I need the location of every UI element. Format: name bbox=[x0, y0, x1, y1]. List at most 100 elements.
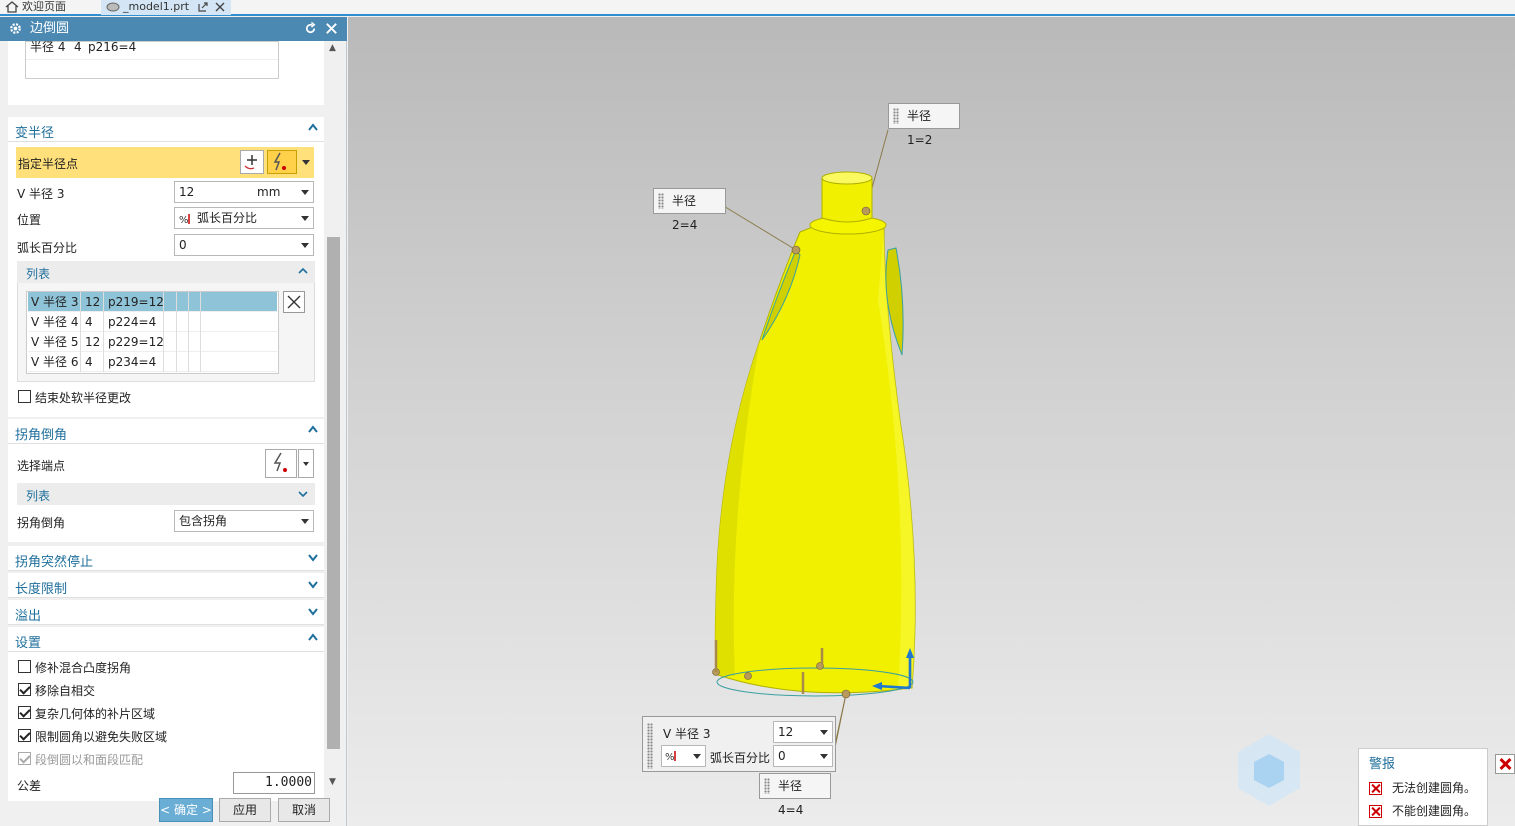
delete-row-button[interactable] bbox=[283, 291, 305, 313]
settings-option-label: 复杂几何体的补片区域 bbox=[35, 707, 156, 721]
editor-position-label: 弧长百分比 bbox=[710, 751, 771, 765]
settings-option-label: 移除自相交 bbox=[35, 684, 96, 698]
close-icon[interactable] bbox=[324, 21, 339, 36]
settings-option-checkbox[interactable] bbox=[18, 660, 31, 673]
soft-radius-label: 结束处软半径更改 bbox=[35, 391, 132, 405]
cell-expr: p229=12 bbox=[108, 335, 164, 349]
length-limit-section-header[interactable]: 长度限制 bbox=[8, 573, 324, 598]
length-limit-title: 长度限制 bbox=[15, 582, 68, 597]
position-dropdown[interactable]: % 弧长百分比 bbox=[174, 207, 314, 229]
corner-option-label: 拐角倒角 bbox=[17, 516, 66, 530]
tab-welcome[interactable]: 欢迎页面 bbox=[0, 0, 96, 15]
close-tab-icon[interactable] bbox=[215, 2, 225, 12]
radius-list-header[interactable]: 列表 bbox=[17, 261, 315, 283]
alarm-message-text: 无法创建圆角。 bbox=[1392, 781, 1477, 795]
table-row[interactable]: V 半径 3 12 p219=12 bbox=[28, 292, 277, 312]
chevron-down-icon bbox=[308, 608, 318, 616]
scrollbar-thumb[interactable] bbox=[327, 237, 340, 749]
error-icon bbox=[1369, 805, 1382, 818]
reset-icon[interactable] bbox=[303, 21, 318, 36]
settings-option-checkbox[interactable] bbox=[18, 729, 31, 742]
scroll-up-icon[interactable]: ▲ bbox=[329, 43, 336, 53]
settings-title: 设置 bbox=[15, 636, 42, 651]
chevron-down-icon bbox=[301, 216, 309, 221]
ok-button[interactable]: < 确定 > bbox=[159, 798, 213, 822]
cell-name: V 半径 6 bbox=[31, 355, 79, 369]
grip-icon bbox=[893, 108, 899, 124]
v-radius-label: V 半径 3 bbox=[17, 187, 65, 201]
chevron-up-icon bbox=[308, 425, 318, 433]
radius-4-callout[interactable]: 半径 4=4 bbox=[759, 773, 831, 817]
cell-val: 4 bbox=[85, 315, 93, 329]
radius-2-label: 半径 2=4 bbox=[672, 194, 698, 232]
apply-button[interactable]: 应用 bbox=[219, 798, 271, 822]
settings-option-checkbox[interactable] bbox=[18, 706, 31, 719]
svg-text:%: % bbox=[179, 215, 189, 226]
dialog-scrollbar[interactable]: ▲ ▼ bbox=[326, 41, 341, 799]
chevron-down-icon bbox=[298, 491, 308, 498]
document-tab-bar: 欢迎页面 _model1.prt bbox=[0, 0, 1515, 16]
error-icon bbox=[1369, 782, 1382, 795]
endpoint-dropdown-arrow[interactable] bbox=[298, 449, 314, 478]
pop-out-icon[interactable] bbox=[198, 2, 208, 12]
gear-icon bbox=[10, 23, 21, 34]
dialog-title-bar: 边倒圆 bbox=[0, 17, 347, 41]
corner-section-header[interactable]: 拐角倒角 bbox=[8, 419, 324, 444]
radius-2-callout[interactable]: 半径 2=4 bbox=[653, 188, 726, 232]
cancel-button[interactable]: 取消 bbox=[278, 798, 330, 822]
cell-expr: p219=12 bbox=[108, 295, 164, 309]
v-radius-value: 12 bbox=[179, 185, 195, 199]
arc-percent-field[interactable]: 0 bbox=[174, 234, 314, 256]
arc-percent-icon: % bbox=[179, 214, 190, 226]
table-row[interactable]: 半径 4 4 p216=4 bbox=[26, 41, 278, 60]
chevron-down-icon bbox=[820, 730, 828, 735]
lightning-point-icon bbox=[273, 152, 286, 171]
part-icon bbox=[106, 2, 120, 12]
settings-option-label: 修补混合凸度拐角 bbox=[35, 661, 132, 675]
select-endpoint-label: 选择端点 bbox=[17, 459, 66, 473]
var-radius-title: 变半径 bbox=[15, 126, 55, 141]
cell-name: V 半径 5 bbox=[31, 335, 79, 349]
settings-option-checkbox[interactable] bbox=[18, 683, 31, 696]
v-radius-unit: mm bbox=[257, 185, 281, 199]
editor-position-type[interactable]: % bbox=[661, 745, 706, 767]
var-radius-section-header[interactable]: 变半径 bbox=[8, 117, 324, 142]
table-row[interactable]: V 半径 6 4 p234=4 bbox=[28, 352, 277, 372]
chevron-up-icon bbox=[308, 123, 318, 131]
snap-point-button[interactable] bbox=[267, 150, 297, 174]
chevron-down-icon bbox=[693, 754, 701, 759]
tolerance-input[interactable]: 1.0000 bbox=[233, 772, 315, 794]
scroll-down-icon[interactable]: ▼ bbox=[329, 777, 336, 787]
cell-value: 4 bbox=[74, 41, 82, 54]
snap-dropdown-arrow[interactable] bbox=[299, 150, 313, 174]
soft-radius-checkbox[interactable] bbox=[18, 390, 31, 403]
cell-name: V 半径 3 bbox=[31, 295, 79, 309]
point-plus-icon bbox=[244, 155, 257, 170]
corner-stop-title: 拐角突然停止 bbox=[15, 555, 94, 570]
previous-list-box: 半径 4 4 p216=4 bbox=[8, 41, 324, 105]
table-row[interactable]: V 半径 5 12 p229=12 bbox=[28, 332, 277, 352]
table-row[interactable]: V 半径 4 4 p224=4 bbox=[28, 312, 277, 332]
cell-val: 12 bbox=[85, 295, 101, 309]
alarm-title: 警报 bbox=[1369, 757, 1396, 772]
grip-icon bbox=[658, 193, 664, 209]
select-endpoint-button[interactable] bbox=[265, 449, 297, 478]
cell-expr: p224=4 bbox=[108, 315, 157, 329]
settings-section-header[interactable]: 设置 bbox=[8, 627, 324, 652]
radius-1-callout[interactable]: 半径 1=2 bbox=[888, 103, 960, 147]
corner-option-dropdown[interactable]: 包含拐角 bbox=[174, 510, 314, 532]
tolerance-label: 公差 bbox=[17, 779, 42, 793]
overflow-section-header[interactable]: 溢出 bbox=[8, 600, 324, 625]
tab-model[interactable]: _model1.prt bbox=[101, 0, 231, 15]
editor-radius-field[interactable]: 12 bbox=[773, 721, 833, 743]
specify-radius-point-row[interactable]: 指定半径点 bbox=[16, 147, 314, 178]
corner-list-title: 列表 bbox=[26, 489, 51, 503]
edge-blend-dialog: 边倒圆 半径 4 4 p216=4 变半径 指定半径点 V 半径 3 12 mm… bbox=[0, 17, 347, 826]
corner-stop-section-header[interactable]: 拐角突然停止 bbox=[8, 546, 324, 571]
alarm-close-button[interactable] bbox=[1495, 754, 1515, 774]
point-dialog-button[interactable] bbox=[240, 150, 264, 174]
chevron-up-icon bbox=[298, 267, 308, 274]
v-radius-field[interactable]: 12 mm bbox=[174, 181, 314, 203]
corner-list-header[interactable]: 列表 bbox=[17, 483, 315, 505]
editor-position-field[interactable]: 0 bbox=[773, 745, 833, 767]
